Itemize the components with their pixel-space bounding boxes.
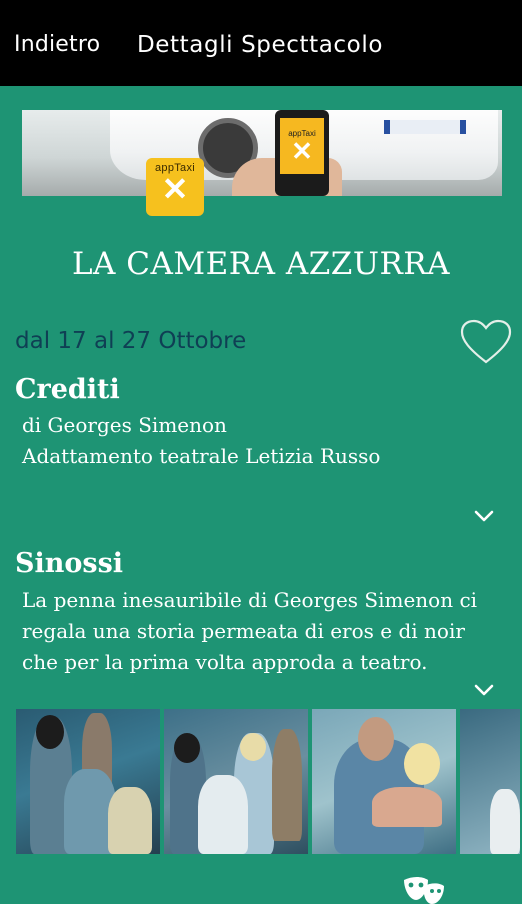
ad-banner[interactable]: appTaxi ✕ appTaxi ✕ (22, 110, 502, 216)
ad-phone-image: appTaxi ✕ (275, 110, 329, 196)
synopsis-line: regala una storia permeata di eros e di … (22, 619, 465, 643)
credits-line: Adattamento teatrale Letizia Russo (22, 444, 381, 468)
ad-license-plate (384, 120, 466, 134)
show-title: LA CAMERA AZZURRA (71, 246, 451, 282)
synopsis-heading: Sinossi (15, 548, 124, 579)
ad-phone-x-icon: ✕ (291, 135, 313, 166)
synopsis-text: La penna inesauribile di Georges Simenon… (22, 585, 477, 678)
gallery-photo[interactable] (164, 709, 308, 854)
ad-phone-screen: appTaxi ✕ (280, 118, 324, 174)
photo-figure (372, 787, 442, 827)
synopsis-line: che per la prima volta approda a teatro. (22, 650, 428, 674)
chevron-down-icon[interactable] (472, 682, 496, 698)
photo-figure (490, 789, 520, 854)
photo-gallery[interactable] (16, 709, 522, 854)
heart-outline-icon[interactable] (459, 318, 513, 366)
photo-figure (108, 787, 152, 854)
top-bar: Indietro Dettagli Specttacolo (0, 0, 522, 86)
photo-figure (174, 733, 200, 763)
apptaxi-x-icon: ✕ (161, 171, 189, 207)
photo-figure (240, 733, 266, 761)
gallery-photo[interactable] (460, 709, 520, 854)
page-title: Dettagli Specttacolo (137, 32, 383, 58)
synopsis-line: La penna inesauribile di Georges Simenon… (22, 588, 478, 612)
credits-line: di Georges Simenon (22, 413, 227, 437)
photo-figure (358, 717, 394, 761)
photo-figure (198, 775, 248, 854)
photo-figure (36, 715, 64, 749)
credits-text: di Georges Simenon Adattamento teatrale … (22, 410, 380, 472)
gallery-photo[interactable] (312, 709, 456, 854)
gallery-photo[interactable] (16, 709, 160, 854)
apptaxi-logo: appTaxi ✕ (146, 158, 204, 216)
chevron-down-icon[interactable] (472, 508, 496, 524)
photo-figure (272, 729, 302, 841)
credits-heading: Crediti (15, 374, 120, 405)
photo-figure (404, 743, 440, 785)
back-button[interactable]: Indietro (14, 32, 100, 57)
show-dates: dal 17 al 27 Ottobre (15, 328, 247, 354)
